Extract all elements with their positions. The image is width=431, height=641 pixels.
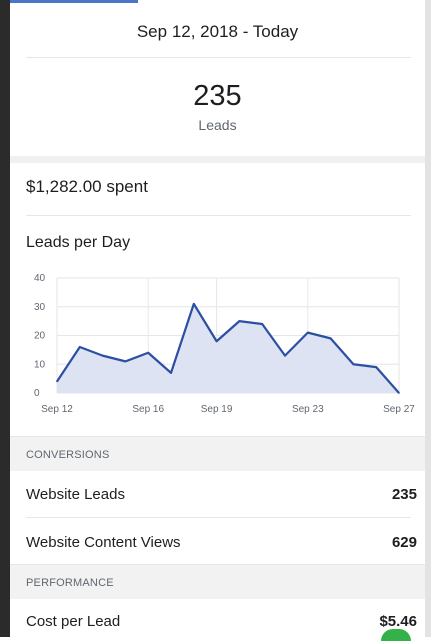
y-tick-label: 40 — [34, 273, 46, 284]
insights-panel: Sep 12, 2018 - Today 235 Leads $1,282.00… — [10, 0, 425, 641]
data-point — [398, 392, 400, 394]
data-point — [329, 337, 332, 340]
conversions-header-label: CONVERSIONS — [26, 449, 110, 461]
divider — [26, 517, 411, 518]
x-tick-label: Sep 16 — [132, 404, 164, 415]
performance-section-header: PERFORMANCE — [10, 564, 425, 599]
data-point — [147, 351, 149, 354]
performance-header-label: PERFORMANCE — [26, 577, 114, 589]
data-point — [79, 346, 81, 348]
leads-per-day-chart: 0 10 20 30 40 Sep 12 Sep 16 Sep 19 Sep 23 Sep 27 — [34, 273, 415, 415]
data-point — [215, 340, 218, 343]
left-frame-edge — [0, 0, 10, 637]
website-content-views-value: 629 — [391, 534, 417, 551]
amount-spent: $1,282.00 spent — [26, 177, 148, 196]
x-tick-label: Sep 27 — [383, 404, 415, 415]
website-content-views-label: Website Content Views — [26, 534, 181, 551]
active-tab-indicator — [10, 0, 138, 3]
conversions-section-header: CONVERSIONS — [10, 436, 425, 471]
section-divider — [10, 156, 425, 163]
cost-per-lead-value: $5.46 — [379, 613, 417, 630]
data-point — [170, 372, 172, 374]
area-fill — [57, 303, 399, 393]
x-tick-label: Sep 12 — [41, 404, 73, 415]
data-point — [261, 323, 263, 325]
divider — [26, 57, 411, 58]
data-point — [307, 331, 309, 334]
data-point — [238, 320, 241, 322]
data-point — [124, 360, 127, 363]
data-point — [352, 363, 355, 366]
y-tick-label: 0 — [34, 388, 40, 399]
data-point — [193, 303, 195, 305]
divider — [26, 215, 411, 216]
leads-label: Leads — [198, 117, 237, 133]
leads-count: 235 — [193, 80, 242, 112]
date-range-selector[interactable]: Sep 12, 2018 - Today — [10, 22, 425, 42]
cost-per-lead-label: Cost per Lead — [26, 613, 121, 630]
website-leads-value: 235 — [391, 486, 417, 503]
chart-title: Leads per Day — [26, 234, 131, 251]
y-tick-label: 20 — [34, 331, 46, 342]
data-point — [56, 380, 58, 383]
status-indicator-icon — [381, 629, 411, 641]
website-leads-label: Website Leads — [26, 486, 125, 503]
data-point — [101, 354, 104, 357]
right-frame-edge — [425, 0, 431, 637]
x-tick-label: Sep 23 — [292, 404, 324, 415]
data-point — [375, 366, 378, 368]
data-point — [284, 354, 286, 357]
y-tick-label: 10 — [34, 359, 46, 370]
y-tick-label: 30 — [34, 302, 46, 313]
x-tick-label: Sep 19 — [201, 404, 233, 415]
